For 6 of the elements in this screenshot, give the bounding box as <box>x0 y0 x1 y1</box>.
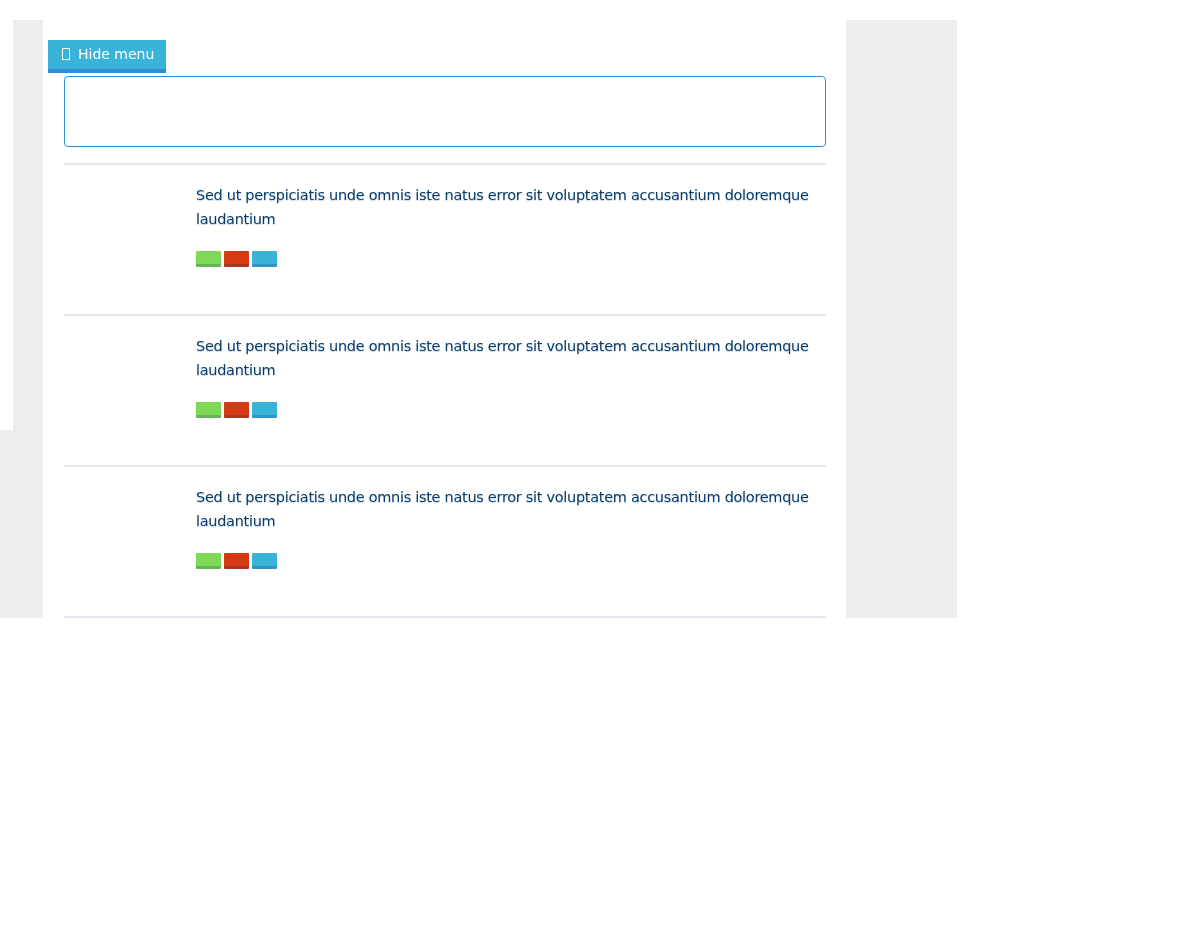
menu-icon <box>62 48 70 61</box>
hide-menu-button[interactable]: Hide menu <box>48 40 167 73</box>
item-description: Sed ut perspiciatis unde omnis iste natus error sit voluptatem accusantium doloremque laudantium <box>196 488 810 531</box>
item-description: Sed ut perspiciatis unde omnis iste natus error sit voluptatem accusantium doloremque laudantium <box>196 337 810 380</box>
text-input-field[interactable] <box>64 75 826 147</box>
item-description: Sed ut perspiciatis unde omnis iste natus error sit voluptatem accusantium doloremque laudantium <box>196 186 810 229</box>
